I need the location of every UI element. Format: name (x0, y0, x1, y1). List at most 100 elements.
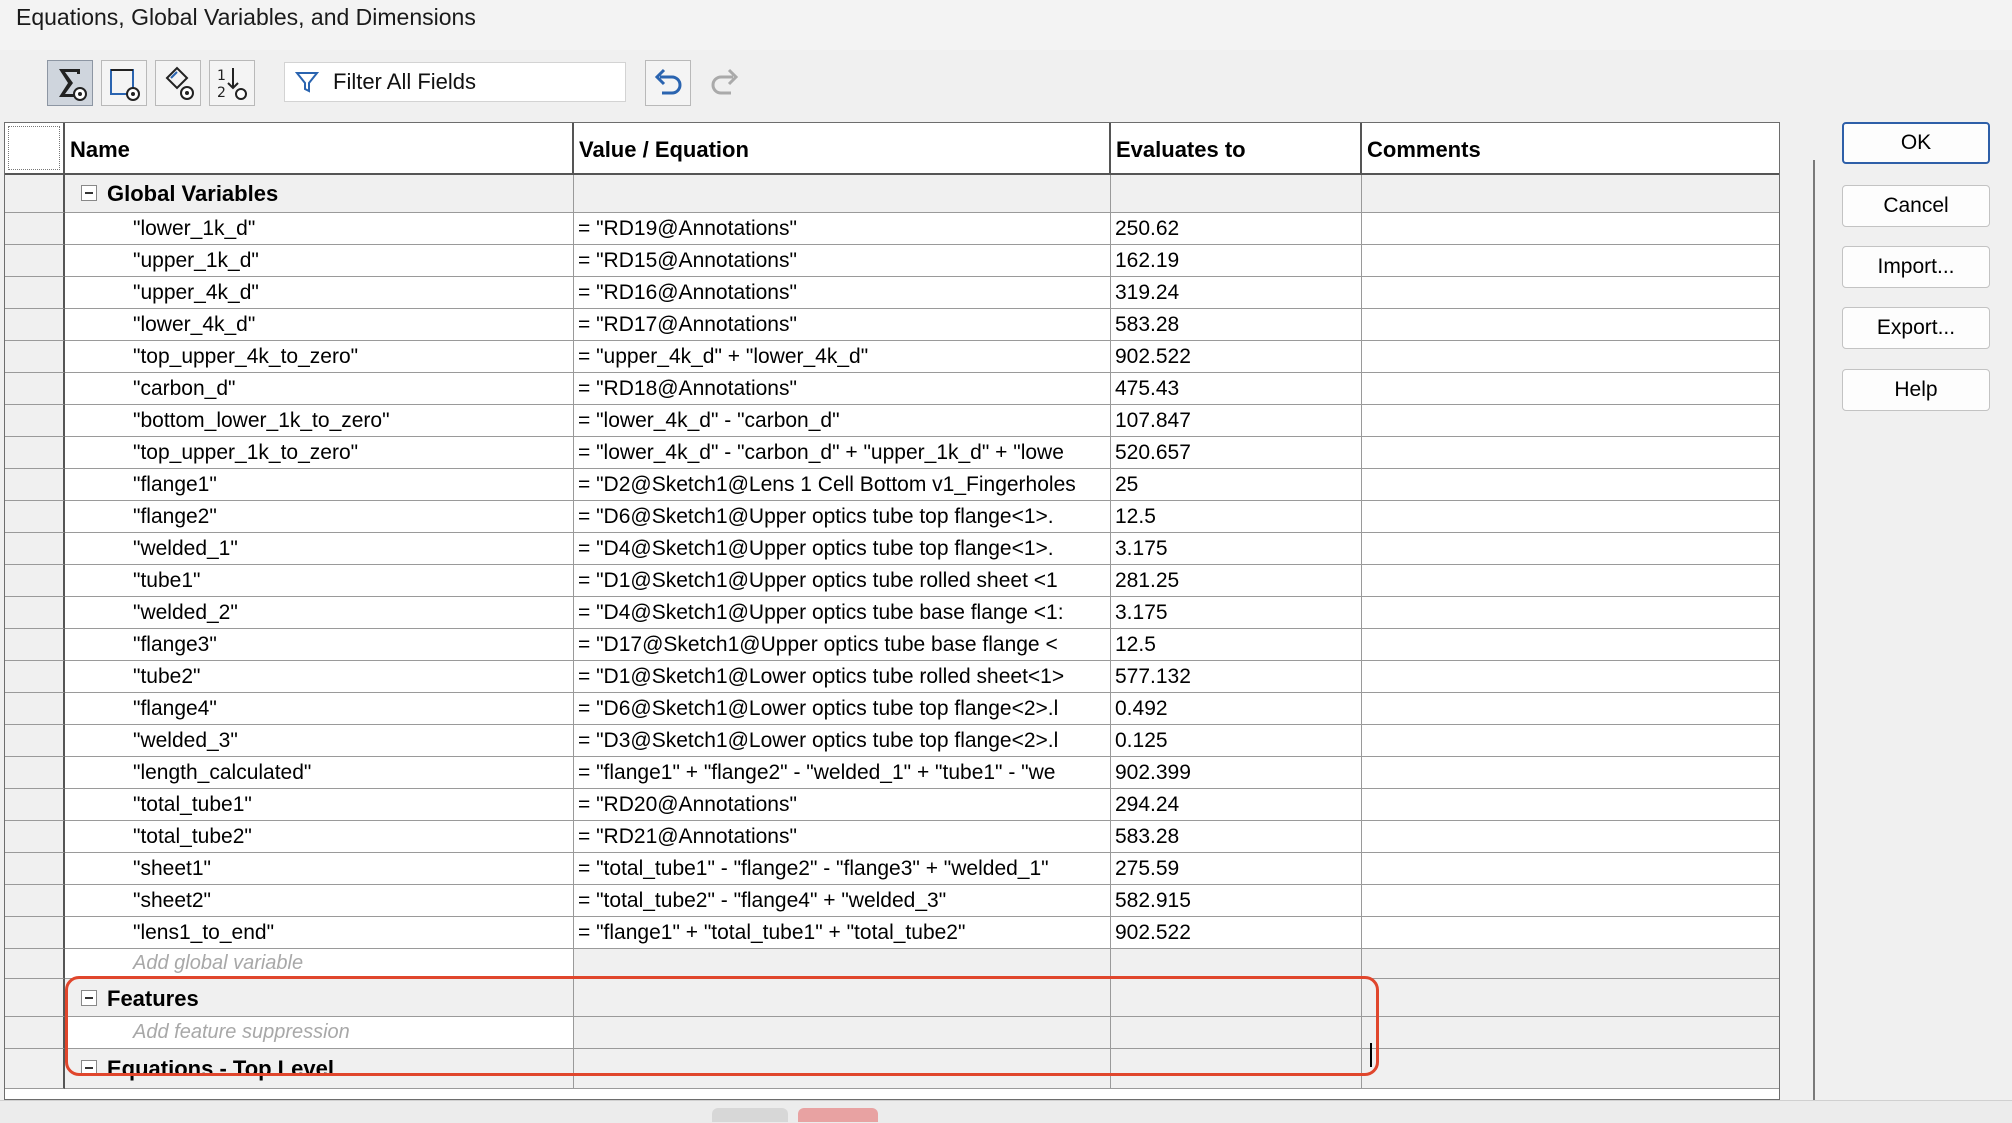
variable-row[interactable]: "welded_2" = "D4@Sketch1@Upper optics tub… (65, 597, 1779, 629)
scrollbar-track[interactable] (1813, 160, 1815, 1100)
comments-cell[interactable] (1362, 565, 1779, 597)
evaluates-to-cell[interactable]: 281.25 (1111, 565, 1362, 597)
evaluates-to-cell[interactable]: 275.59 (1111, 853, 1362, 885)
variable-row[interactable]: "welded_3" = "D3@Sketch1@Lower optics tub… (65, 725, 1779, 757)
taskbar-tab-active[interactable] (798, 1108, 878, 1122)
variable-name-cell[interactable]: "flange2" (65, 501, 574, 533)
value-equation-cell[interactable]: = "D3@Sketch1@Lower optics tube top flan… (574, 725, 1111, 757)
evaluates-to-cell[interactable]: 319.24 (1111, 277, 1362, 309)
row-header[interactable] (5, 1049, 65, 1089)
filter-all-fields-input[interactable]: Filter All Fields (284, 62, 626, 102)
import-button[interactable]: Import... (1842, 246, 1990, 288)
variable-name-cell[interactable]: "upper_1k_d" (65, 245, 574, 277)
variable-row[interactable]: "flange3" = "D17@Sketch1@Upper optics tub… (65, 629, 1779, 661)
comments-cell[interactable] (1362, 309, 1779, 341)
help-button[interactable]: Help (1842, 369, 1990, 411)
dimension-view-icon[interactable] (155, 60, 201, 106)
evaluates-to-cell[interactable]: 582.915 (1111, 885, 1362, 917)
row-header[interactable] (5, 693, 65, 725)
evaluates-to-cell[interactable]: 107.847 (1111, 405, 1362, 437)
grid-corner[interactable] (5, 123, 65, 175)
evaluates-to-cell[interactable]: 475.43 (1111, 373, 1362, 405)
row-header[interactable] (5, 533, 65, 565)
variable-row[interactable]: "flange4" = "D6@Sketch1@Lower optics tube… (65, 693, 1779, 725)
value-equation-cell[interactable]: = "total_tube2" - "flange4" + "welded_3" (574, 885, 1111, 917)
variable-name-cell[interactable]: "top_upper_4k_to_zero" (65, 341, 574, 373)
row-header[interactable] (5, 725, 65, 757)
variable-row[interactable]: "total_tube2" = "RD21@Annotations" 583.28 (65, 821, 1779, 853)
variable-row[interactable]: "sheet2" = "total_tube2" - "flange4" + "w… (65, 885, 1779, 917)
variable-row[interactable]: "sheet1" = "total_tube1" - "flange2" - "f… (65, 853, 1779, 885)
variable-row[interactable]: "upper_4k_d" = "RD16@Annotations" 319.24 (65, 277, 1779, 309)
comments-cell[interactable] (1362, 501, 1779, 533)
variable-name-cell[interactable]: "total_tube1" (65, 789, 574, 821)
evaluates-to-cell[interactable]: 902.399 (1111, 757, 1362, 789)
comments-cell[interactable] (1362, 213, 1779, 245)
add-feature-suppression-input[interactable]: Add feature suppression (65, 1017, 574, 1049)
variable-name-cell[interactable]: "welded_3" (65, 725, 574, 757)
comments-cell[interactable] (1362, 821, 1779, 853)
header-evaluates-to[interactable]: Evaluates to (1111, 123, 1362, 175)
row-header[interactable] (5, 175, 65, 213)
row-header[interactable] (5, 885, 65, 917)
variable-name-cell[interactable]: "sheet1" (65, 853, 574, 885)
variable-row[interactable]: "top_upper_1k_to_zero" = "lower_4k_d" - "… (65, 437, 1779, 469)
variable-name-cell[interactable]: "carbon_d" (65, 373, 574, 405)
variable-row[interactable]: "lower_1k_d" = "RD19@Annotations" 250.62 (65, 213, 1779, 245)
value-equation-cell[interactable]: = "RD20@Annotations" (574, 789, 1111, 821)
value-equation-cell[interactable]: = "upper_4k_d" + "lower_4k_d" (574, 341, 1111, 373)
value-equation-cell[interactable]: = "D4@Sketch1@Upper optics tube base fla… (574, 597, 1111, 629)
cancel-button[interactable]: Cancel (1842, 185, 1990, 227)
variable-name-cell[interactable]: "flange4" (65, 693, 574, 725)
variable-row[interactable]: "flange1" = "D2@Sketch1@Lens 1 Cell Botto… (65, 469, 1779, 501)
variable-name-cell[interactable]: "top_upper_1k_to_zero" (65, 437, 574, 469)
row-header[interactable] (5, 309, 65, 341)
evaluates-to-cell[interactable]: 12.5 (1111, 629, 1362, 661)
row-header[interactable] (5, 853, 65, 885)
row-header[interactable] (5, 245, 65, 277)
variable-row[interactable]: "flange2" = "D6@Sketch1@Upper optics tube… (65, 501, 1779, 533)
features-group[interactable]: Features (65, 979, 574, 1017)
value-equation-cell[interactable]: = "D4@Sketch1@Upper optics tube top flan… (574, 533, 1111, 565)
variable-row[interactable]: "bottom_lower_1k_to_zero" = "lower_4k_d" … (65, 405, 1779, 437)
variable-name-cell[interactable]: "length_calculated" (65, 757, 574, 789)
value-equation-cell[interactable]: = "RD16@Annotations" (574, 277, 1111, 309)
taskbar-tab[interactable] (712, 1108, 788, 1122)
collapse-icon[interactable] (81, 1060, 97, 1077)
comments-cell[interactable] (1362, 629, 1779, 661)
evaluates-to-cell[interactable]: 250.62 (1111, 213, 1362, 245)
equation-view-icon[interactable] (47, 60, 93, 106)
row-header[interactable] (5, 213, 65, 245)
add-global-variable-input[interactable]: Add global variable (65, 949, 574, 979)
value-equation-cell[interactable]: = "flange1" + "flange2" - "welded_1" + "… (574, 757, 1111, 789)
sketch-equation-view-icon[interactable] (101, 60, 147, 106)
comments-cell[interactable] (1362, 885, 1779, 917)
row-header[interactable] (5, 501, 65, 533)
header-name[interactable]: Name (65, 123, 574, 175)
comments-cell[interactable] (1362, 661, 1779, 693)
evaluates-to-cell[interactable]: 0.125 (1111, 725, 1362, 757)
variable-row[interactable]: "upper_1k_d" = "RD15@Annotations" 162.19 (65, 245, 1779, 277)
comments-cell[interactable] (1362, 341, 1779, 373)
variable-row[interactable]: "carbon_d" = "RD18@Annotations" 475.43 (65, 373, 1779, 405)
evaluates-to-cell[interactable]: 577.132 (1111, 661, 1362, 693)
variable-name-cell[interactable]: "tube2" (65, 661, 574, 693)
evaluates-to-cell[interactable]: 3.175 (1111, 597, 1362, 629)
variable-name-cell[interactable]: "flange3" (65, 629, 574, 661)
export-button[interactable]: Export... (1842, 307, 1990, 349)
evaluates-to-cell[interactable]: 3.175 (1111, 533, 1362, 565)
value-equation-cell[interactable]: = "D1@Sketch1@Lower optics tube rolled s… (574, 661, 1111, 693)
row-header[interactable] (5, 629, 65, 661)
value-equation-cell[interactable]: = "RD19@Annotations" (574, 213, 1111, 245)
variable-name-cell[interactable]: "flange1" (65, 469, 574, 501)
comments-cell[interactable] (1362, 533, 1779, 565)
row-header[interactable] (5, 597, 65, 629)
evaluates-to-cell[interactable]: 583.28 (1111, 821, 1362, 853)
row-header[interactable] (5, 917, 65, 949)
variable-row[interactable]: "welded_1" = "D4@Sketch1@Upper optics tub… (65, 533, 1779, 565)
value-equation-cell[interactable]: = "flange1" + "total_tube1" + "total_tub… (574, 917, 1111, 949)
collapse-icon[interactable] (81, 990, 97, 1007)
row-header[interactable] (5, 565, 65, 597)
comments-cell[interactable] (1362, 693, 1779, 725)
comments-cell[interactable] (1362, 245, 1779, 277)
